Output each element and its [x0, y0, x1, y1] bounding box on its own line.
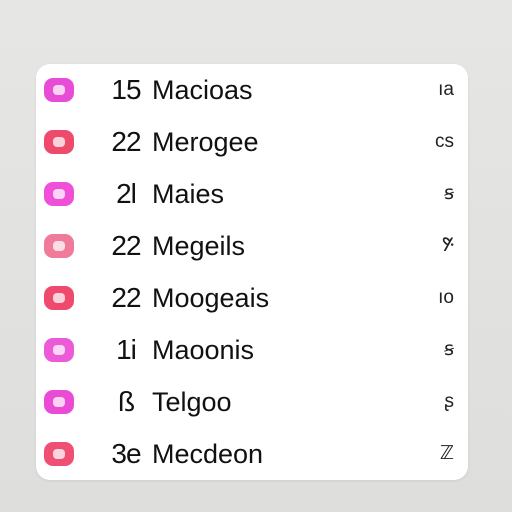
item-name: Merogee — [152, 127, 259, 157]
pink-app-icon — [44, 338, 74, 362]
icon-glyph — [53, 241, 65, 251]
item-number: ß — [117, 386, 135, 417]
item-name: Maoonis — [152, 335, 255, 365]
list-item[interactable]: 22 Merogee cs — [36, 116, 468, 168]
list-item[interactable]: 15 Macioas ıa — [36, 64, 468, 116]
item-number: 22 — [111, 126, 141, 157]
item-number: 15 — [111, 74, 141, 105]
item-number: 2l — [116, 178, 137, 209]
list-item[interactable]: 22 Megeils ꚣ — [36, 220, 468, 272]
item-name: Mecdeon — [152, 439, 264, 469]
item-name: Macioas — [152, 75, 253, 105]
magenta-app-icon — [44, 182, 74, 206]
item-name: Moogeais — [152, 283, 270, 313]
red-app-icon — [44, 286, 74, 310]
item-value: ꚣ — [441, 235, 454, 256]
item-value: ʂ — [444, 391, 455, 412]
item-number: 22 — [111, 282, 141, 313]
red-app-icon — [44, 442, 74, 466]
item-value: ꞩ — [444, 339, 454, 360]
item-number: 22 — [111, 230, 141, 261]
list-item[interactable]: 3e Mecdeon ℤ — [36, 428, 468, 480]
list-item[interactable]: ß Telgoo ʂ — [36, 376, 468, 428]
gradient-app-icon — [44, 234, 74, 258]
item-number: 1i — [116, 334, 137, 365]
item-value: ıa — [438, 79, 454, 100]
pink-app-icon — [44, 78, 74, 102]
item-value: ꞩ — [444, 183, 454, 204]
red-app-icon — [44, 130, 74, 154]
item-value: ıo — [438, 287, 454, 308]
icon-glyph — [53, 345, 65, 355]
item-value: cs — [435, 131, 454, 152]
icon-glyph — [53, 293, 65, 303]
list-card: 15 Macioas ıa 22 Merogee cs 2l Maies ꞩ 22 Megeils ꚣ… — [36, 64, 468, 480]
icon-glyph — [53, 85, 65, 95]
list-item[interactable]: 22 Moogeais ıo — [36, 272, 468, 324]
list-item[interactable]: 1i Maoonis ꞩ — [36, 324, 468, 376]
item-value: ℤ — [439, 443, 454, 464]
item-number: 3e — [111, 438, 141, 469]
magenta-app-icon — [44, 390, 74, 414]
list-item[interactable]: 2l Maies ꞩ — [36, 168, 468, 220]
icon-glyph — [53, 189, 65, 199]
icon-glyph — [53, 397, 65, 407]
icon-glyph — [53, 137, 65, 147]
item-name: Maies — [152, 179, 225, 209]
item-name: Megeils — [152, 231, 246, 261]
item-name: Telgoo — [152, 387, 232, 417]
icon-glyph — [53, 449, 65, 459]
